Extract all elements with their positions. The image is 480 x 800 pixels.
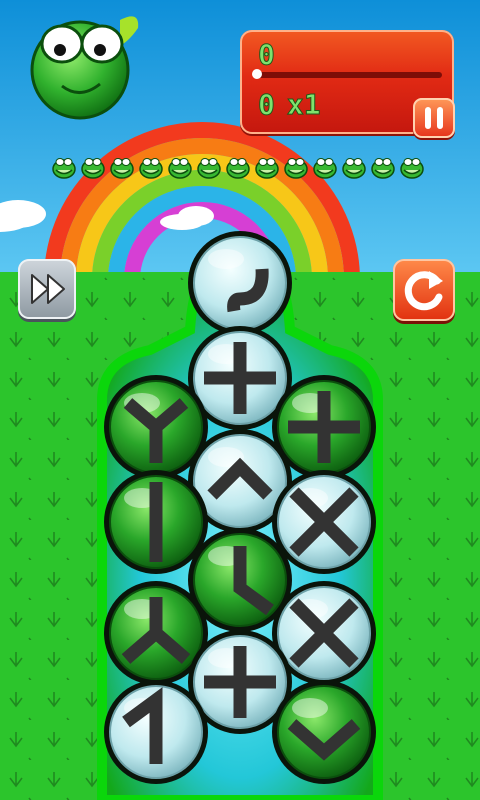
life-frog-icon	[313, 158, 337, 179]
fast-forward-icon	[31, 274, 65, 304]
life-frog-icon	[197, 158, 221, 179]
score-value: 0	[258, 38, 276, 72]
game-stage: 0 0 x1	[0, 0, 480, 800]
life-frog-icon	[139, 158, 163, 179]
fast-forward-button[interactable]	[18, 259, 76, 319]
life-frog-icon	[226, 158, 250, 179]
combo-line: 0 x1	[258, 88, 333, 122]
life-frog-icon	[400, 158, 424, 179]
restart-button[interactable]	[393, 259, 455, 321]
life-frog-icon	[168, 158, 192, 179]
bubble-glass[interactable]	[272, 470, 376, 574]
multiplier: x1	[286, 88, 321, 122]
bubble-glass[interactable]	[188, 231, 292, 335]
bubble-green[interactable]	[104, 470, 208, 574]
progress-marker	[252, 69, 262, 79]
restart-icon	[404, 271, 443, 311]
life-frog-icon	[284, 158, 308, 179]
life-frog-icon	[371, 158, 395, 179]
life-frog-icon	[110, 158, 134, 179]
life-frog-icon	[342, 158, 366, 179]
life-frog-icon	[52, 158, 76, 179]
life-frog-icon	[255, 158, 279, 179]
bubble-green[interactable]	[272, 680, 376, 784]
progress-bar	[252, 69, 442, 79]
bubble-glass[interactable]	[104, 680, 208, 784]
level-score: 0	[258, 88, 276, 122]
pause-button[interactable]	[413, 98, 455, 138]
life-frog-icon	[81, 158, 105, 179]
